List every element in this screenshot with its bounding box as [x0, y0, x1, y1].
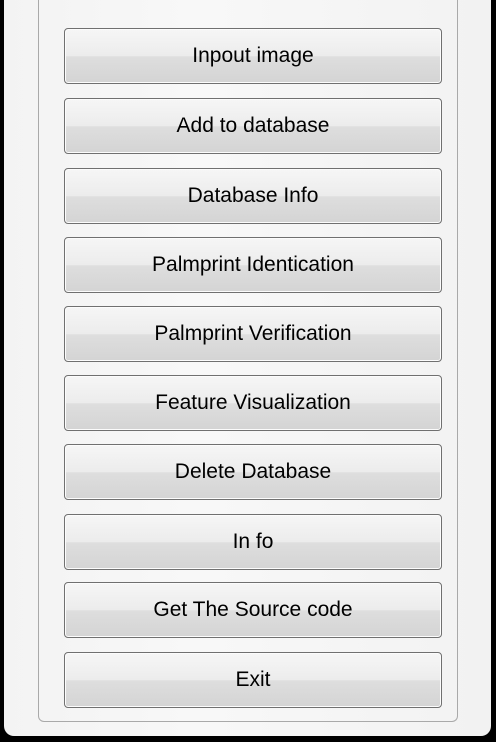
- database-info-button-label: Database Info: [187, 184, 319, 207]
- add-to-database-button-label: Add to database: [176, 114, 330, 137]
- window-frame: Inpout image Add to database Database In…: [0, 0, 496, 742]
- get-source-code-button-label: Get The Source code: [153, 598, 353, 621]
- database-info-button[interactable]: Database Info: [64, 168, 442, 224]
- add-to-database-button[interactable]: Add to database: [64, 98, 442, 154]
- delete-database-button[interactable]: Delete Database: [64, 444, 442, 500]
- feature-visualization-button-label: Feature Visualization: [155, 391, 351, 414]
- palmprint-identification-button[interactable]: Palmprint Identication: [64, 237, 442, 293]
- delete-database-button-label: Delete Database: [174, 460, 332, 483]
- input-image-button[interactable]: Inpout image: [64, 28, 442, 84]
- feature-visualization-button[interactable]: Feature Visualization: [64, 375, 442, 431]
- palmprint-verification-button-label: Palmprint Verification: [154, 322, 352, 345]
- palmprint-identification-button-label: Palmprint Identication: [152, 253, 354, 276]
- get-source-code-button[interactable]: Get The Source code: [64, 582, 442, 638]
- info-button[interactable]: In fo: [64, 514, 442, 570]
- exit-button-label: Exit: [235, 668, 271, 691]
- exit-button[interactable]: Exit: [64, 652, 442, 708]
- input-image-button-label: Inpout image: [192, 44, 314, 67]
- palmprint-verification-button[interactable]: Palmprint Verification: [64, 306, 442, 362]
- info-button-label: In fo: [232, 530, 274, 553]
